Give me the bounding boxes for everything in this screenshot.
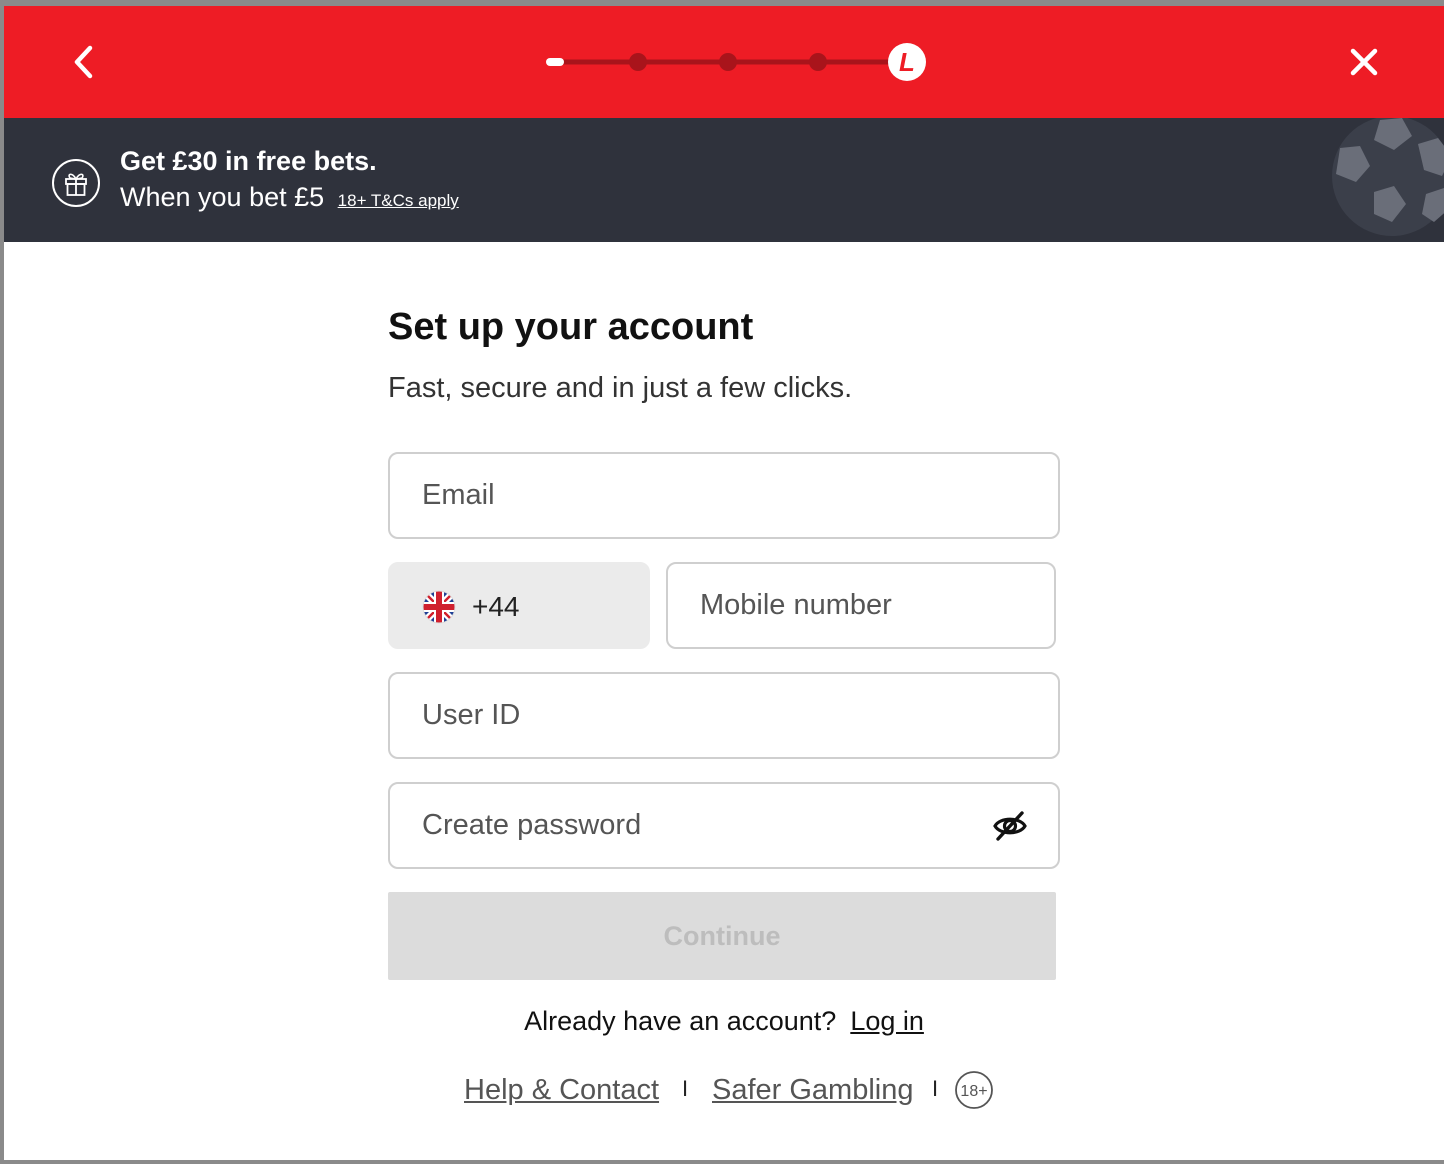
close-icon — [1350, 48, 1378, 76]
userid-field-container — [388, 672, 1060, 759]
top-bar: L — [4, 6, 1444, 118]
email-field[interactable] — [390, 454, 1058, 537]
back-button[interactable] — [64, 42, 104, 82]
help-contact-link[interactable]: Help & Contact — [464, 1074, 659, 1107]
promo-subtitle-text: When you bet £5 — [120, 182, 325, 212]
login-prompt: Already have an account? Log in — [4, 1006, 1444, 1037]
email-field-container — [388, 452, 1060, 539]
country-code-value: +44 — [472, 591, 520, 622]
gift-icon — [52, 159, 100, 207]
page-subtitle: Fast, secure and in just a few clicks. — [388, 372, 853, 404]
close-button[interactable] — [1344, 42, 1384, 82]
login-link[interactable]: Log in — [850, 1006, 924, 1036]
user-id-field[interactable] — [390, 674, 1058, 757]
mobile-number-field[interactable] — [668, 564, 1054, 647]
safer-gambling-link[interactable]: Safer Gambling — [712, 1074, 914, 1107]
continue-button[interactable]: Continue — [388, 892, 1056, 980]
password-field[interactable] — [390, 784, 1058, 867]
promo-banner: Get £30 in free bets. When you bet £5 18… — [4, 118, 1444, 242]
progress-step-glyph: L — [899, 47, 915, 77]
progress-step-2 — [629, 53, 647, 71]
mobile-field-container — [666, 562, 1056, 649]
footer-separator: I — [932, 1076, 939, 1101]
footer-separator: I — [682, 1076, 689, 1101]
eye-off-icon[interactable] — [992, 808, 1028, 844]
password-field-container — [388, 782, 1060, 869]
promo-title: Get £30 in free bets. — [120, 146, 377, 176]
football-icon — [1332, 118, 1444, 236]
progress-step-4 — [809, 53, 827, 71]
uk-flag-icon — [422, 590, 456, 624]
country-code-selector[interactable]: +44 — [388, 562, 650, 649]
age-badge-text: 18+ — [960, 1083, 987, 1100]
terms-link[interactable]: 18+ T&Cs apply — [338, 191, 459, 210]
progress-stepper: L — [546, 43, 926, 81]
promo-subtitle: When you bet £5 18+ T&Cs apply — [120, 182, 459, 213]
login-prompt-text: Already have an account? — [524, 1006, 837, 1036]
registration-window: L Get £30 in free bets. When you bet £5 … — [4, 6, 1444, 1160]
chevron-left-icon — [74, 45, 93, 79]
age-restriction-badge: 18+ — [955, 1071, 993, 1109]
page-title: Set up your account — [388, 306, 754, 348]
progress-step-3 — [719, 53, 737, 71]
progress-step-1 — [546, 58, 564, 66]
